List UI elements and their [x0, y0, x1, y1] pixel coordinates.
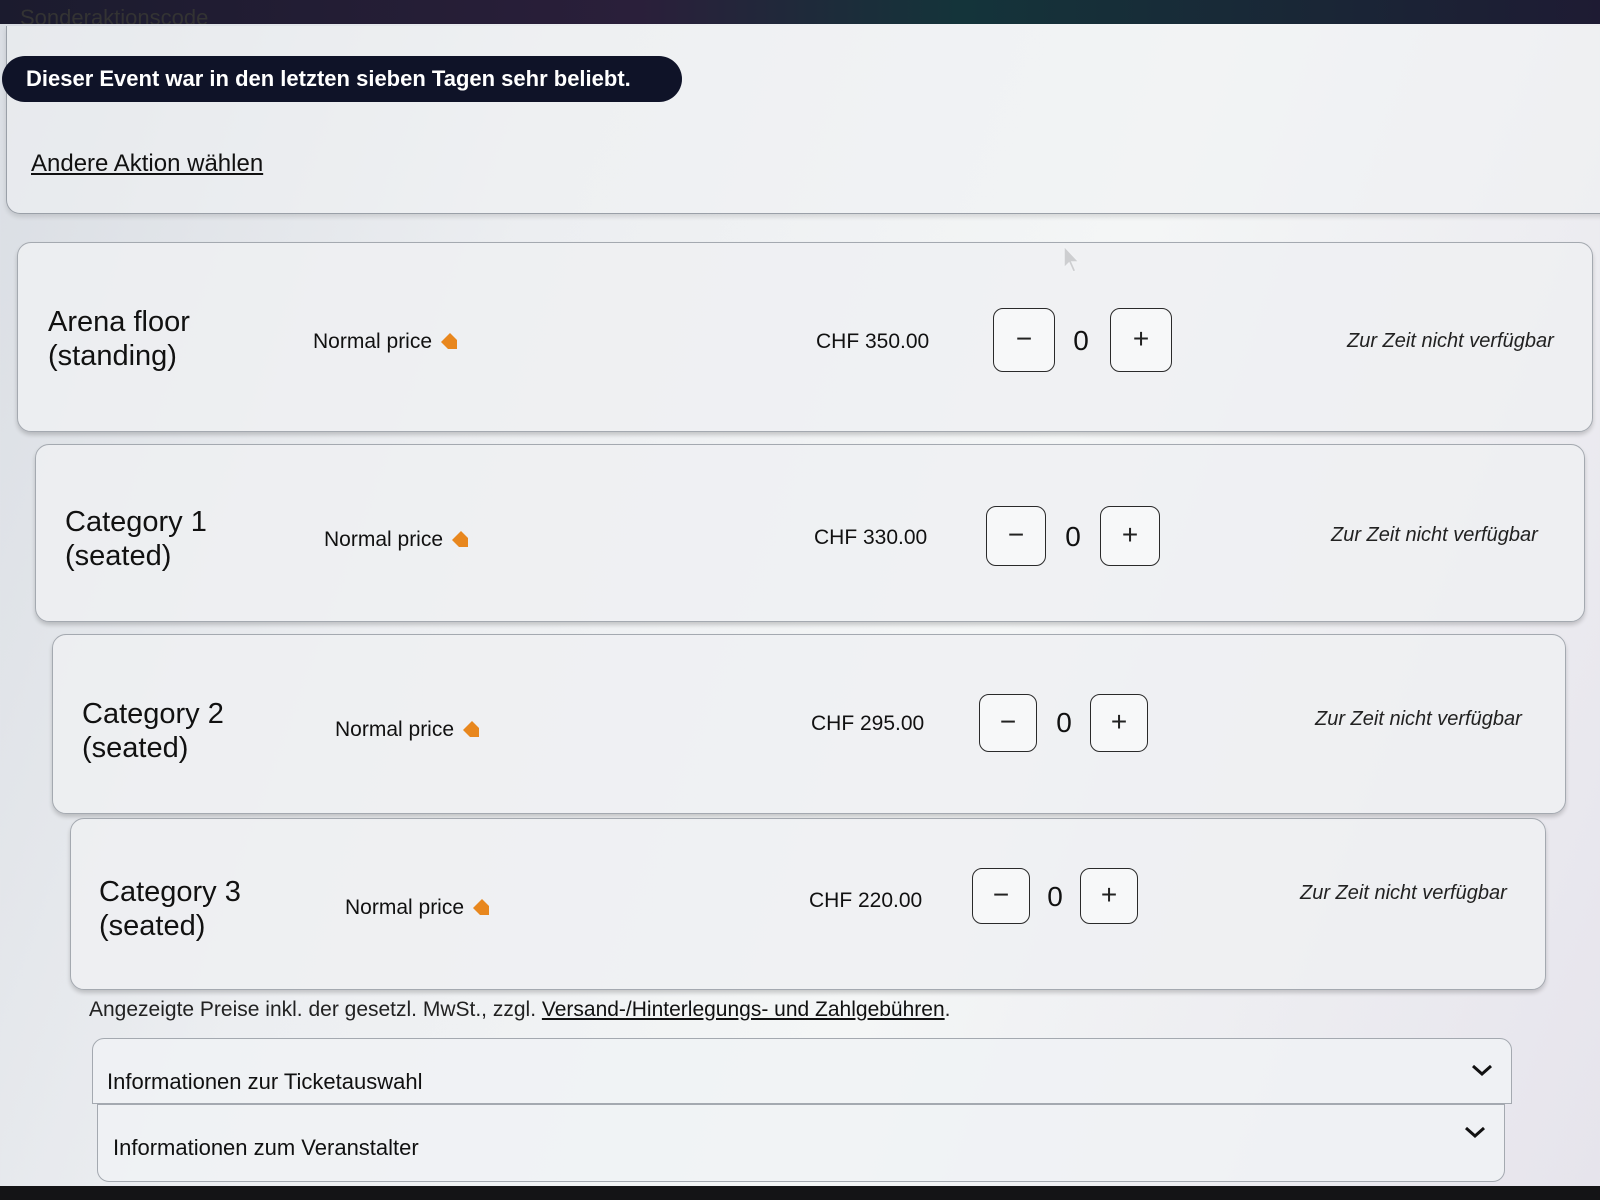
- price-tag-icon: [441, 333, 458, 349]
- ticket-price: CHF 220.00: [809, 889, 923, 912]
- decrease-quantity-button[interactable]: −: [986, 506, 1046, 566]
- quantity-value: 0: [1065, 521, 1081, 552]
- bottom-bar: [0, 1186, 1600, 1200]
- accordion-organizer-info[interactable]: Informationen zum Veranstalter: [97, 1104, 1505, 1182]
- availability-status: Zur Zeit nicht verfügbar: [1347, 330, 1554, 352]
- promo-code-label: Sonderaktionscode: [20, 6, 209, 24]
- price-tag-icon: [473, 899, 490, 915]
- popular-banner: Dieser Event war in den letzten sieben T…: [2, 56, 682, 102]
- ticket-price: CHF 350.00: [816, 330, 930, 353]
- promo-panel: [6, 26, 1600, 214]
- fees-link[interactable]: Versand-/Hinterlegungs- und Zahlgebühren: [542, 998, 945, 1021]
- availability-status: Zur Zeit nicht verfügbar: [1331, 524, 1538, 546]
- availability-status: Zur Zeit nicht verfügbar: [1300, 882, 1507, 904]
- chevron-down-icon: [1465, 1126, 1485, 1139]
- ticket-title: Category 2 (seated): [82, 698, 224, 764]
- price-footnote: Angezeigte Preise inkl. der gesetzl. MwS…: [89, 998, 951, 1021]
- price-type-label: Normal price: [324, 528, 469, 552]
- price-tag-icon: [463, 721, 480, 737]
- other-action-link[interactable]: Andere Aktion wählen: [31, 150, 263, 178]
- quantity-value: 0: [1047, 881, 1063, 912]
- price-type-label: Normal price: [335, 718, 480, 742]
- increase-quantity-button[interactable]: +: [1080, 868, 1138, 924]
- ticket-price: CHF 295.00: [811, 712, 925, 735]
- price-type-label: Normal price: [313, 330, 458, 354]
- decrease-quantity-button[interactable]: −: [993, 308, 1055, 372]
- decrease-quantity-button[interactable]: −: [979, 694, 1037, 752]
- ticket-title: Category 3 (seated): [99, 876, 241, 942]
- top-bar: [0, 0, 1600, 24]
- increase-quantity-button[interactable]: +: [1100, 506, 1160, 566]
- quantity-value: 0: [1073, 325, 1089, 356]
- ticket-title: Arena floor (standing): [48, 306, 190, 372]
- quantity-value: 0: [1056, 707, 1072, 738]
- accordion-title: Informationen zur Ticketauswahl: [107, 1069, 423, 1094]
- availability-status: Zur Zeit nicht verfügbar: [1315, 708, 1522, 730]
- accordion-title: Informationen zum Veranstalter: [113, 1135, 419, 1160]
- ticket-price: CHF 330.00: [814, 526, 928, 549]
- accordion-ticket-info[interactable]: Informationen zur Ticketauswahl: [92, 1038, 1512, 1104]
- price-tag-icon: [452, 531, 469, 547]
- increase-quantity-button[interactable]: +: [1090, 694, 1148, 752]
- increase-quantity-button[interactable]: +: [1110, 308, 1172, 372]
- price-type-label: Normal price: [345, 896, 490, 920]
- ticket-title: Category 1 (seated): [65, 506, 207, 572]
- decrease-quantity-button[interactable]: −: [972, 868, 1030, 924]
- chevron-down-icon: [1472, 1064, 1492, 1077]
